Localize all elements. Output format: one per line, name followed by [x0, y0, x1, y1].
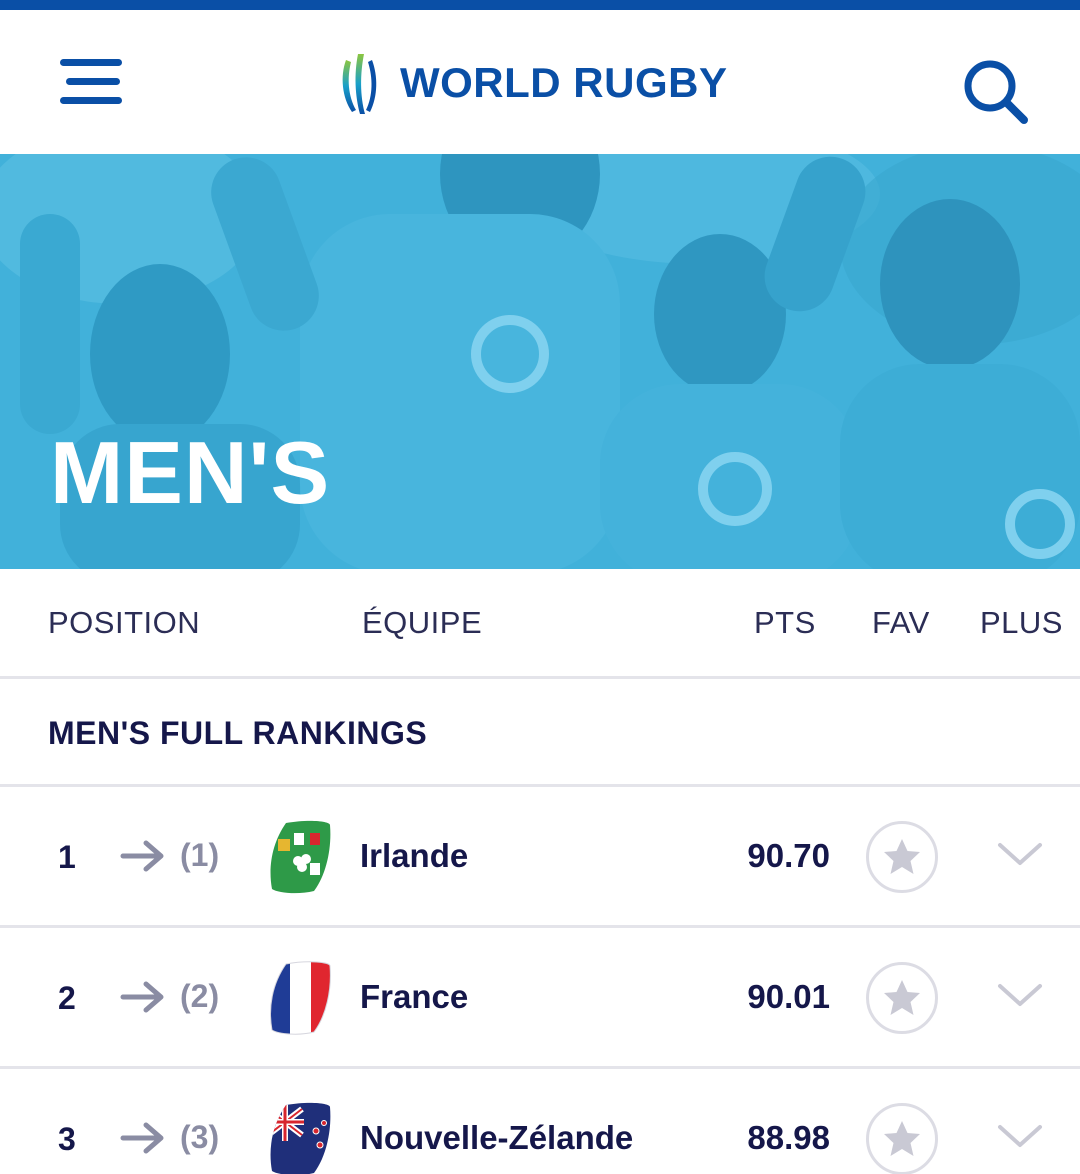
- favourite-button[interactable]: [866, 962, 938, 1034]
- site-header: WORLD RUGBY: [0, 10, 1080, 154]
- rank-number: 1: [58, 839, 76, 875]
- column-position: POSITION: [48, 605, 201, 640]
- chevron-down-icon[interactable]: [996, 980, 1044, 1010]
- hero-banner: MEN'S: [0, 154, 1080, 569]
- team-points: 90.70: [747, 837, 830, 874]
- column-favourite: FAV: [872, 605, 930, 640]
- table-row[interactable]: 3 (3) Nouvelle-Zélande 88.98: [0, 1069, 1080, 1174]
- table-row[interactable]: 1 (1) Irlande 90.70: [0, 787, 1080, 928]
- favourite-button[interactable]: [866, 821, 938, 893]
- previous-rank: (1): [180, 837, 220, 873]
- ireland-flag-icon: [270, 820, 331, 894]
- section-title: MEN'S FULL RANKINGS: [48, 715, 428, 751]
- table-row[interactable]: 2 (2) France 90.01: [0, 928, 1080, 1069]
- arrow-right-icon: [120, 1122, 164, 1154]
- star-icon: [884, 980, 920, 1015]
- favourite-button[interactable]: [866, 1103, 938, 1174]
- star-icon: [884, 1121, 920, 1156]
- world-rugby-logo[interactable]: WORLD RUGBY: [338, 50, 727, 116]
- arrow-right-icon: [120, 840, 164, 872]
- rankings-section-header: MEN'S FULL RANKINGS: [0, 679, 1080, 787]
- hamburger-menu-icon[interactable]: [58, 58, 122, 106]
- previous-rank: (3): [180, 1119, 220, 1155]
- column-header-row: POSITION ÉQUIPE PTS FAV PLUS: [0, 569, 1080, 679]
- chevron-down-icon[interactable]: [996, 1121, 1044, 1151]
- column-points: PTS: [754, 605, 816, 640]
- chevron-down-icon[interactable]: [996, 839, 1044, 869]
- new-zealand-flag-icon: [270, 1102, 331, 1174]
- team-name[interactable]: Irlande: [360, 837, 468, 875]
- hero-title: MEN'S: [50, 423, 331, 522]
- search-icon[interactable]: [962, 58, 1030, 126]
- team-name[interactable]: France: [360, 978, 468, 1016]
- logo-text: WORLD RUGBY: [400, 59, 728, 106]
- world-rugby-emblem-icon: [342, 54, 377, 114]
- rank-number: 2: [58, 980, 76, 1016]
- star-icon: [884, 839, 920, 874]
- column-more: PLUS: [980, 605, 1063, 640]
- column-team: ÉQUIPE: [362, 605, 483, 640]
- team-points: 90.01: [747, 978, 830, 1015]
- previous-rank: (2): [180, 978, 220, 1014]
- france-flag-icon: [270, 961, 331, 1035]
- team-points: 88.98: [747, 1119, 830, 1156]
- top-accent-bar: [0, 0, 1080, 10]
- arrow-right-icon: [120, 981, 164, 1013]
- rank-number: 3: [58, 1121, 76, 1157]
- team-name[interactable]: Nouvelle-Zélande: [360, 1119, 633, 1157]
